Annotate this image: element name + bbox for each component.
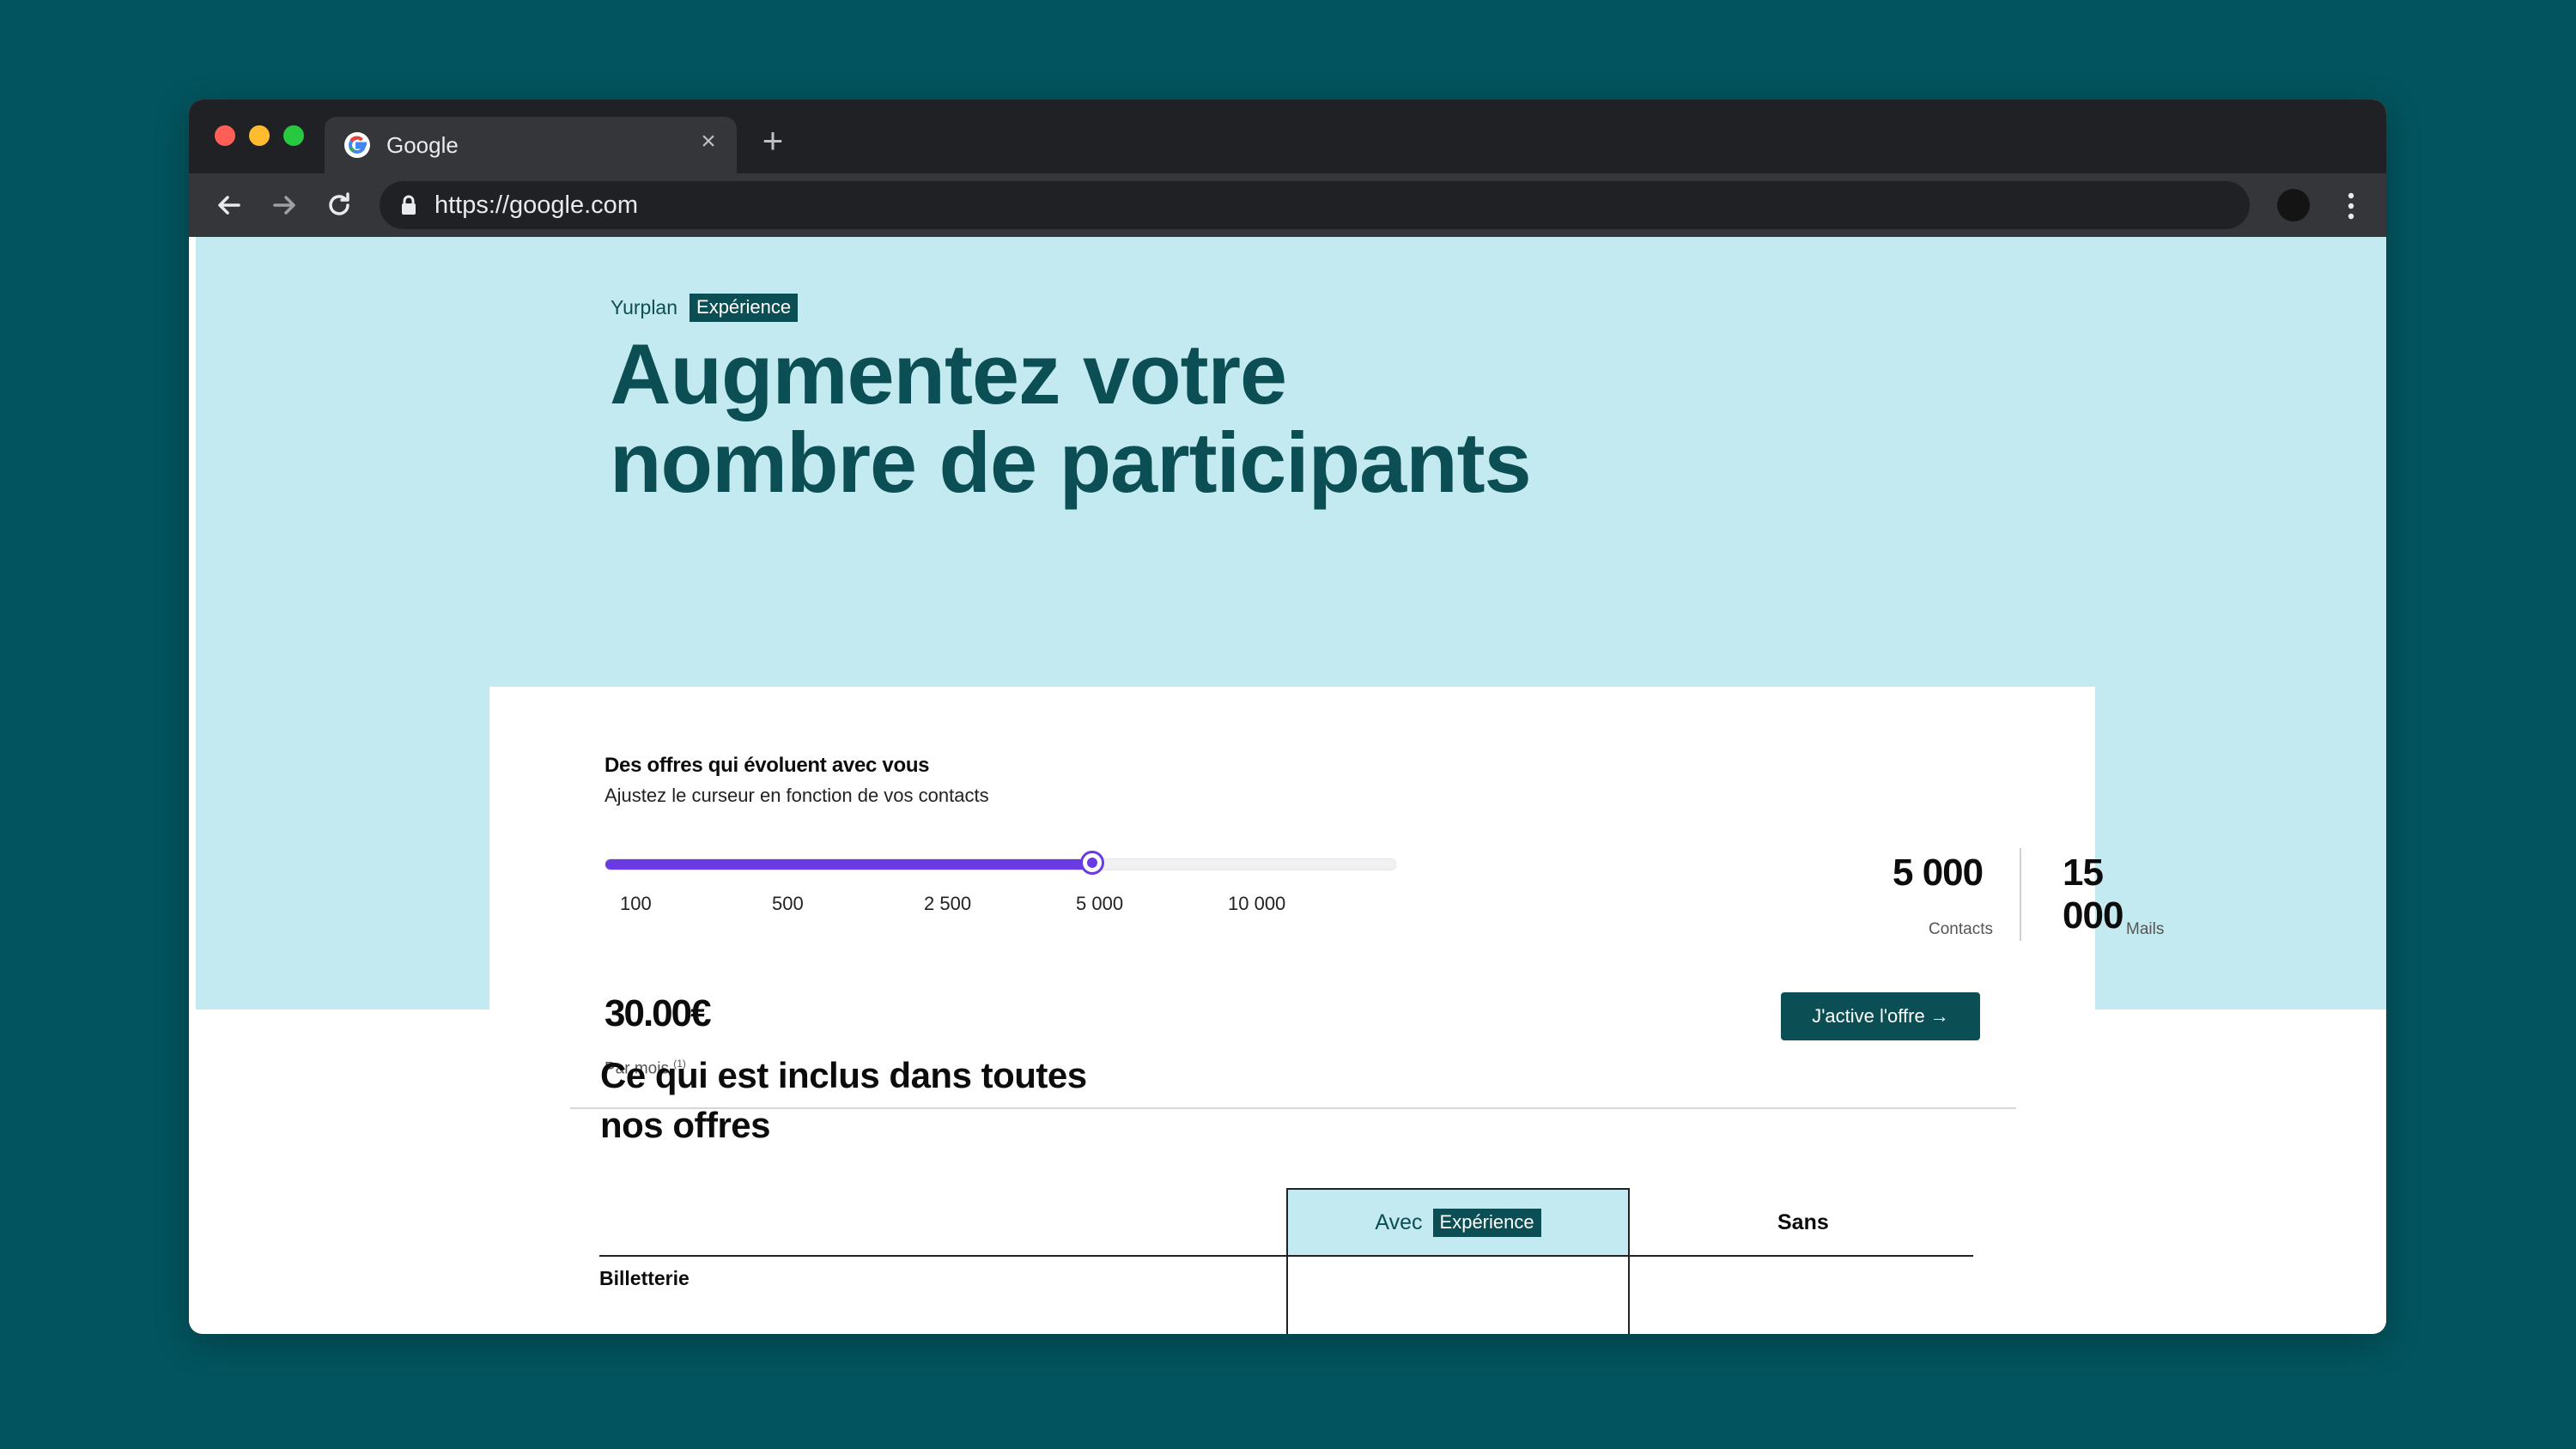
arrow-left-icon xyxy=(218,196,240,215)
contacts-slider[interactable] xyxy=(605,851,1396,875)
table-header-without: Sans xyxy=(1777,1210,1829,1234)
contacts-label: Contacts xyxy=(1929,920,1993,938)
brand-name: Yurplan xyxy=(611,295,678,318)
title-bar: Google × + xyxy=(189,100,2386,173)
mails-label: Mails xyxy=(2126,920,2165,938)
slider-tick[interactable]: 5 000 xyxy=(1076,893,1123,915)
browser-toolbar: https://google.com xyxy=(189,173,2386,237)
tab-close-button[interactable]: × xyxy=(696,129,721,155)
table-header-with: Avec Expérience xyxy=(1286,1188,1630,1257)
profile-avatar[interactable] xyxy=(2277,189,2310,221)
included-title-line-1: Ce qui est inclus dans toutes xyxy=(600,1055,1087,1095)
experience-tag: Expérience xyxy=(690,293,799,322)
headline-line-1: Augmentez votre xyxy=(610,326,1287,421)
minimize-window-button[interactable] xyxy=(249,125,270,146)
lock-icon xyxy=(402,195,416,215)
google-favicon-icon xyxy=(344,132,370,158)
price-value: 30.00€ xyxy=(605,992,712,1034)
url-text: https://google.com xyxy=(434,191,638,219)
page-title: Augmentez votre nombre de participants xyxy=(610,330,1812,506)
address-bar[interactable]: https://google.com xyxy=(380,181,2250,229)
browser-tab[interactable]: Google × xyxy=(325,117,737,173)
slider-fill xyxy=(605,859,1092,870)
mails-value: 15 000 xyxy=(2063,852,2123,937)
included-title-line-2: nos offres xyxy=(600,1105,771,1145)
activate-offer-button[interactable]: J'active l'offre → xyxy=(1781,992,1980,1040)
with-label: Avec xyxy=(1375,1210,1423,1234)
slider-tick[interactable]: 100 xyxy=(620,893,652,915)
with-experience-tag: Expérience xyxy=(1432,1208,1541,1237)
pricing-subtitle: Ajustez le curseur en fonction de vos co… xyxy=(605,785,989,806)
reload-button[interactable] xyxy=(323,189,355,221)
forward-button[interactable] xyxy=(268,189,301,221)
reload-icon xyxy=(329,192,349,215)
stats-divider xyxy=(2020,848,2021,941)
table-column-with xyxy=(1286,1255,1630,1334)
slider-tick[interactable]: 500 xyxy=(772,893,804,915)
included-section-title: Ce qui est inclus dans toutes nos offres xyxy=(600,1051,1201,1150)
pricing-title: Des offres qui évoluent avec vous xyxy=(605,754,930,777)
more-menu-icon[interactable] xyxy=(2344,191,2358,221)
headline-line-2: nombre de participants xyxy=(610,415,1532,510)
slider-handle[interactable] xyxy=(1080,851,1104,875)
slider-tick[interactable]: 10 000 xyxy=(1228,893,1285,915)
close-window-button[interactable] xyxy=(215,125,235,146)
arrow-right-icon xyxy=(273,196,295,215)
slider-tick[interactable]: 2 500 xyxy=(924,893,971,915)
back-button[interactable] xyxy=(213,189,246,221)
brand-row: Yurplan Expérience xyxy=(611,293,799,322)
page-content: Yurplan Expérience Augmentez votre nombr… xyxy=(189,237,2386,1334)
new-tab-button[interactable]: + xyxy=(756,123,790,159)
contacts-value: 5 000 xyxy=(1893,852,1984,894)
tab-title: Google xyxy=(386,132,459,158)
table-row-label: Billetterie xyxy=(599,1267,690,1289)
maximize-window-button[interactable] xyxy=(283,125,304,146)
browser-window: Google × + https://google.com Yurplan Ex… xyxy=(189,100,2386,1334)
